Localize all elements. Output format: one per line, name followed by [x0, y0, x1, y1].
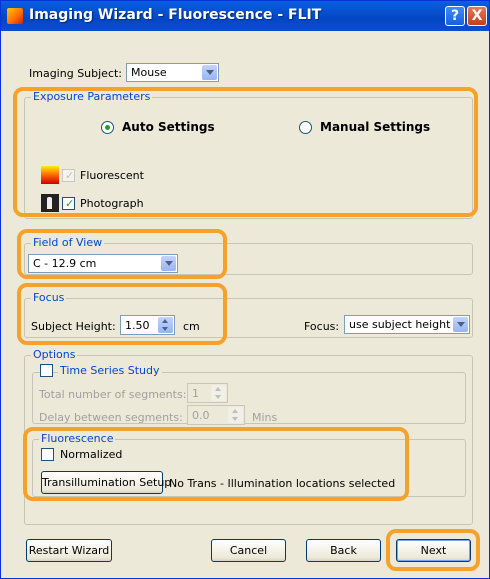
transillumination-status: No Trans - Illumination locations select… [169, 477, 396, 490]
title-bar[interactable]: Imaging Wizard - Fluorescence - FLIT ? X [1, 1, 489, 31]
delay-label: Delay between segments: [39, 411, 183, 424]
total-segments-label: Total number of segments: [39, 388, 187, 401]
time-series-label[interactable]: Time Series Study [58, 364, 162, 377]
subject-height-unit: cm [183, 320, 200, 333]
subject-height-spinner[interactable]: 1.50 [120, 315, 175, 335]
focus-mode-value: use subject height [349, 318, 451, 331]
total-segments-value: 1 [192, 387, 199, 400]
spinner-arrows-icon[interactable] [211, 385, 226, 401]
time-series-checkbox[interactable] [40, 364, 53, 377]
cancel-button[interactable]: Cancel [211, 539, 286, 562]
chevron-down-icon[interactable] [453, 317, 468, 332]
normalized-checkbox[interactable] [41, 448, 54, 461]
chevron-down-icon[interactable] [161, 256, 176, 271]
manual-settings-radio[interactable] [299, 121, 312, 134]
photograph-checkbox[interactable]: ✓ [62, 197, 75, 210]
help-button[interactable]: ? [445, 6, 465, 26]
chevron-down-icon[interactable] [202, 65, 217, 80]
checkmark-icon: ✓ [65, 197, 75, 210]
close-button[interactable]: X [467, 6, 487, 26]
subject-height-value: 1.50 [125, 319, 150, 332]
next-button[interactable]: Next [396, 539, 471, 562]
focus-legend: Focus [31, 291, 67, 304]
imaging-subject-label: Imaging Subject: [29, 67, 123, 80]
delay-value: 0.0 [192, 409, 210, 422]
imaging-subject-select[interactable]: Mouse [126, 63, 219, 82]
photograph-icon [41, 194, 59, 212]
transillumination-setup-button[interactable]: Transillumination Setup [41, 471, 171, 494]
spinner-arrows-icon[interactable] [158, 317, 173, 333]
delay-spinner[interactable]: 0.0 [187, 405, 245, 425]
restart-wizard-button[interactable]: Restart Wizard [26, 539, 112, 562]
focus-mode-select[interactable]: use subject height [344, 315, 470, 334]
field-of-view-select[interactable]: C - 12.9 cm [28, 254, 178, 273]
normalized-label: Normalized [60, 448, 123, 461]
app-icon [7, 8, 23, 24]
fluorescent-checkbox[interactable]: ✓ [62, 169, 75, 182]
radio-selected-dot [105, 125, 110, 130]
focus-label: Focus: [304, 320, 340, 333]
options-legend: Options [31, 348, 78, 361]
auto-settings-radio[interactable] [101, 121, 114, 134]
checkmark-icon: ✓ [65, 169, 75, 182]
fluorescence-legend: Fluorescence [39, 432, 116, 445]
imaging-wizard-window: Imaging Wizard - Fluorescence - FLIT ? X… [0, 0, 490, 579]
back-button[interactable]: Back [306, 539, 381, 562]
delay-unit: Mins [252, 411, 278, 424]
field-of-view-value: C - 12.9 cm [33, 257, 97, 270]
exposure-legend: Exposure Parameters [31, 90, 153, 103]
auto-settings-label[interactable]: Auto Settings [122, 120, 215, 134]
imaging-subject-value: Mouse [131, 66, 167, 79]
field-of-view-legend: Field of View [31, 236, 105, 249]
total-segments-spinner[interactable]: 1 [187, 383, 228, 403]
subject-height-label: Subject Height: [31, 320, 116, 333]
fluorescent-label: Fluorescent [80, 169, 144, 182]
window-title: Imaging Wizard - Fluorescence - FLIT [29, 7, 322, 23]
manual-settings-label[interactable]: Manual Settings [320, 120, 430, 134]
fluorescent-icon [41, 166, 59, 184]
spinner-arrows-icon[interactable] [228, 407, 243, 423]
photograph-label: Photograph [80, 197, 144, 210]
